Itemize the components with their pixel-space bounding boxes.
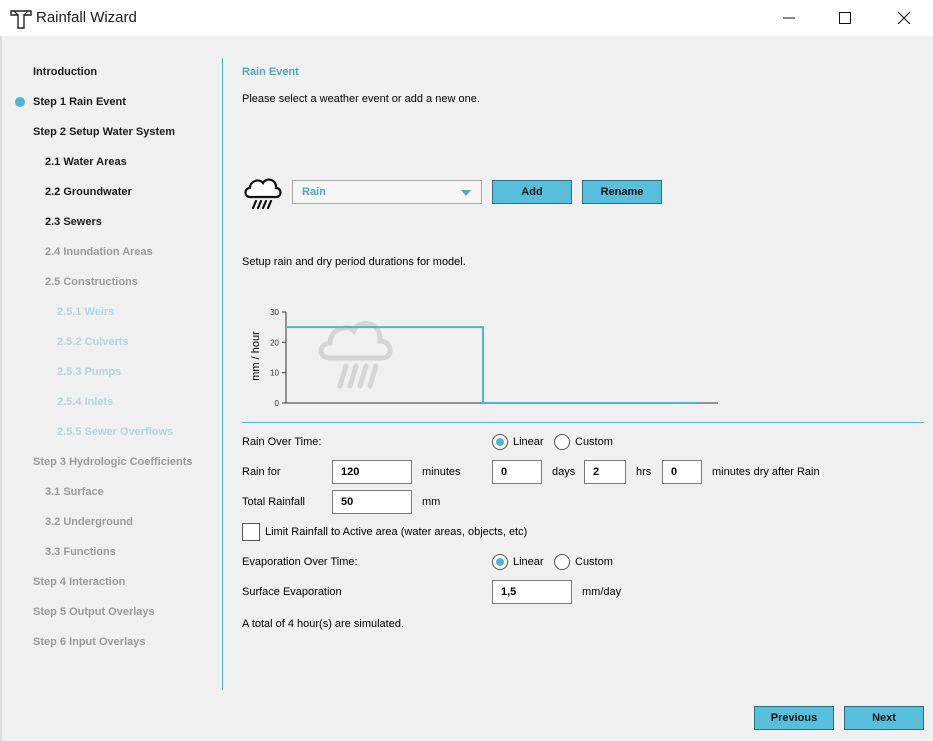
dry-hours-field[interactable]: 2: [584, 460, 626, 484]
minutes-label: minutes: [422, 466, 461, 478]
total-rainfall-label: Total Rainfall: [242, 496, 305, 508]
surface-evap-label: Surface Evaporation: [242, 586, 342, 598]
dry-days-field[interactable]: 0: [492, 460, 542, 484]
rain-minutes-field[interactable]: 120: [332, 460, 412, 484]
sidebar-item-sewer-overflows: 2.5.5 Sewer Overflows: [57, 426, 174, 438]
chevron-down-icon: [461, 190, 471, 196]
rain-cloud-icon: [244, 178, 282, 210]
sidebar-item-setup-water-system[interactable]: Step 2 Setup Water System: [33, 126, 175, 138]
current-step-indicator: [15, 97, 25, 107]
sidebar-item-weirs: 2.5.1 Weirs: [57, 306, 115, 318]
sidebar-item-surface[interactable]: 3.1 Surface: [45, 486, 104, 498]
evap-custom-radio[interactable]: [554, 554, 570, 570]
evap-over-time-label: Evaporation Over Time:: [242, 556, 358, 568]
rain-custom-label[interactable]: Custom: [575, 436, 613, 448]
limit-rainfall-label[interactable]: Limit Rainfall to Active area (water are…: [265, 526, 527, 538]
section-divider: [242, 422, 924, 423]
rename-button[interactable]: Rename: [582, 180, 662, 204]
weather-event-value: Rain: [302, 186, 326, 198]
evap-linear-label[interactable]: Linear: [513, 556, 544, 568]
sidebar-item-inlets: 2.5.4 Inlets: [57, 396, 114, 408]
rain-for-label: Rain for: [242, 466, 281, 478]
y-axis-label: mm / hour: [250, 331, 262, 381]
window-title: Rainfall Wizard: [36, 9, 137, 26]
maximize-button[interactable]: [822, 0, 868, 36]
sidebar-item-pumps: 2.5.3 Pumps: [57, 366, 122, 378]
y-tick-label: 10: [270, 369, 279, 378]
sidebar-item-constructions[interactable]: 2.5 Constructions: [45, 276, 138, 288]
sidebar-item-functions[interactable]: 3.3 Functions: [45, 546, 116, 558]
app-icon: [10, 10, 32, 29]
sidebar-item-water-areas[interactable]: 2.1 Water Areas: [45, 156, 127, 168]
sidebar-divider: [222, 58, 223, 690]
weather-event-select[interactable]: Rain: [292, 180, 482, 204]
window-edge: [0, 36, 2, 741]
sidebar-item-sewers[interactable]: 2.3 Sewers: [45, 216, 102, 228]
add-button[interactable]: Add: [492, 180, 572, 204]
sidebar-item-output-overlays[interactable]: Step 5 Output Overlays: [33, 606, 155, 618]
days-label: days: [552, 466, 576, 478]
minimize-button[interactable]: [766, 0, 812, 36]
y-tick-label: 30: [270, 308, 279, 317]
sidebar-item-interaction[interactable]: Step 4 Interaction: [33, 576, 125, 588]
surface-evap-unit: mm/day: [582, 586, 622, 598]
surface-evap-field[interactable]: 1,5: [492, 580, 572, 604]
limit-rainfall-checkbox[interactable]: [242, 523, 260, 541]
setup-text: Setup rain and dry period durations for …: [242, 256, 466, 268]
rain-duration-chart: mm / hour 0 10 20 30: [250, 308, 718, 408]
y-tick-label: 0: [275, 399, 280, 408]
hrs-label: hrs: [636, 466, 652, 478]
sidebar-item-inundation-areas[interactable]: 2.4 Inundation Areas: [45, 246, 153, 258]
total-rainfall-unit: mm: [422, 496, 441, 508]
section-title: Rain Event: [242, 66, 299, 78]
sidebar-item-underground[interactable]: 3.2 Underground: [45, 516, 133, 528]
evap-custom-label[interactable]: Custom: [575, 556, 613, 568]
intro-text: Please select a weather event or add a n…: [242, 93, 480, 105]
evap-linear-radio[interactable]: [492, 554, 508, 570]
dry-after-label: minutes dry after Rain: [712, 466, 820, 478]
simulation-summary: A total of 4 hour(s) are simulated.: [242, 618, 405, 630]
close-button[interactable]: [881, 0, 927, 36]
sidebar-item-hydrologic-coefficients[interactable]: Step 3 Hydrologic Coefficients: [33, 456, 193, 468]
dry-minutes-field[interactable]: 0: [662, 460, 702, 484]
total-rainfall-field[interactable]: 50: [332, 490, 412, 514]
sidebar-item-rain-event[interactable]: Step 1 Rain Event: [33, 96, 126, 108]
chart-watermark-cloud: [318, 321, 393, 389]
rain-linear-radio[interactable]: [492, 434, 508, 450]
close-icon: [898, 12, 910, 24]
sidebar-item-input-overlays[interactable]: Step 6 Input Overlays: [33, 636, 145, 648]
rain-custom-radio[interactable]: [554, 434, 570, 450]
maximize-icon: [839, 12, 851, 24]
sidebar-item-introduction[interactable]: Introduction: [33, 66, 97, 78]
minimize-icon: [783, 17, 795, 19]
sidebar-item-culverts: 2.5.2 Culverts: [57, 336, 129, 348]
next-button[interactable]: Next: [844, 706, 924, 730]
sidebar-item-groundwater[interactable]: 2.2 Groundwater: [45, 186, 132, 198]
rain-linear-label[interactable]: Linear: [513, 436, 544, 448]
y-tick-label: 20: [270, 338, 279, 347]
rain-over-time-label: Rain Over Time:: [242, 436, 322, 448]
previous-button[interactable]: Previous: [754, 706, 834, 730]
title-bar: Rainfall Wizard: [0, 0, 933, 36]
